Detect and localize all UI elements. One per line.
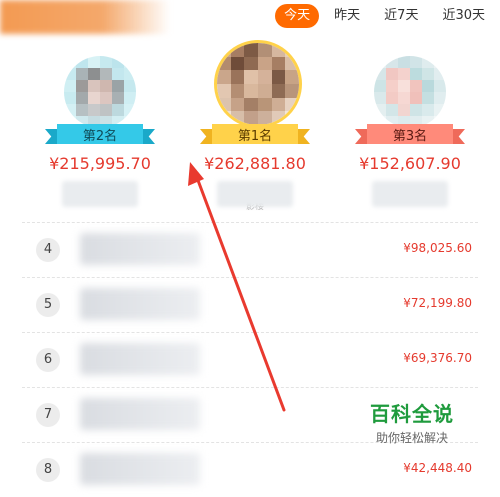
watermark-logo: 百科全说 助你轻松解决 xyxy=(362,398,462,446)
podium-second[interactable]: 第2名 ¥215,995.70 xyxy=(35,52,165,207)
name-blurred xyxy=(80,398,200,430)
list-item[interactable]: 4 ¥98,025.60 xyxy=(22,222,478,277)
rank-ribbon: 第2名 xyxy=(45,124,155,144)
header-title-blurred xyxy=(0,0,170,34)
podium-amount: ¥215,995.70 xyxy=(49,154,151,173)
name-blurred xyxy=(80,343,200,375)
ranking-list: 4 ¥98,025.60 5 ¥72,199.80 6 ¥69,376.70 7… xyxy=(22,222,478,497)
rank-ribbon: 第3名 xyxy=(355,124,465,144)
watermark-title: 百科全说 xyxy=(370,402,454,426)
podium-third[interactable]: 第3名 ¥152,607.90 xyxy=(345,52,475,207)
name-blurred xyxy=(372,181,448,207)
podium-first[interactable]: 第1名 ¥262,881.80 影楼 xyxy=(190,38,320,212)
period-tabs: 今天 昨天 近7天 近30天 xyxy=(275,4,494,28)
watermark-subtitle: 助你轻松解决 xyxy=(375,431,448,445)
rank-number: 8 xyxy=(36,458,60,482)
tab-last-30-days[interactable]: 近30天 xyxy=(433,4,494,28)
avatar-blurred xyxy=(214,40,302,128)
name-blurred xyxy=(80,288,200,320)
avatar-blurred xyxy=(64,56,136,128)
tab-today[interactable]: 今天 xyxy=(275,4,320,28)
avatar-blurred xyxy=(374,56,446,128)
row-amount: ¥72,199.80 xyxy=(403,296,472,310)
name-blurred xyxy=(80,233,200,265)
rank-number: 5 xyxy=(36,293,60,317)
tab-yesterday[interactable]: 昨天 xyxy=(325,4,370,28)
row-amount: ¥98,025.60 xyxy=(403,241,472,255)
row-amount: ¥69,376.70 xyxy=(403,351,472,365)
name-blurred xyxy=(80,453,200,485)
tab-last-7-days[interactable]: 近7天 xyxy=(375,4,428,28)
rank-number: 4 xyxy=(36,238,60,262)
top-three-podium: 第2名 ¥215,995.70 第1名 ¥262,881.80 影楼 第3名 ¥… xyxy=(0,38,500,218)
name-blurred xyxy=(217,181,293,207)
rank-ribbon: 第1名 xyxy=(200,124,310,144)
name-blurred xyxy=(62,181,138,207)
podium-amount: ¥262,881.80 xyxy=(204,154,306,173)
rank-number: 7 xyxy=(36,403,60,427)
list-item[interactable]: 6 ¥69,376.70 xyxy=(22,332,478,387)
list-item[interactable]: 5 ¥72,199.80 xyxy=(22,277,478,332)
list-item[interactable]: 8 ¥42,448.40 xyxy=(22,442,478,497)
podium-amount: ¥152,607.90 xyxy=(359,154,461,173)
rank-number: 6 xyxy=(36,348,60,372)
